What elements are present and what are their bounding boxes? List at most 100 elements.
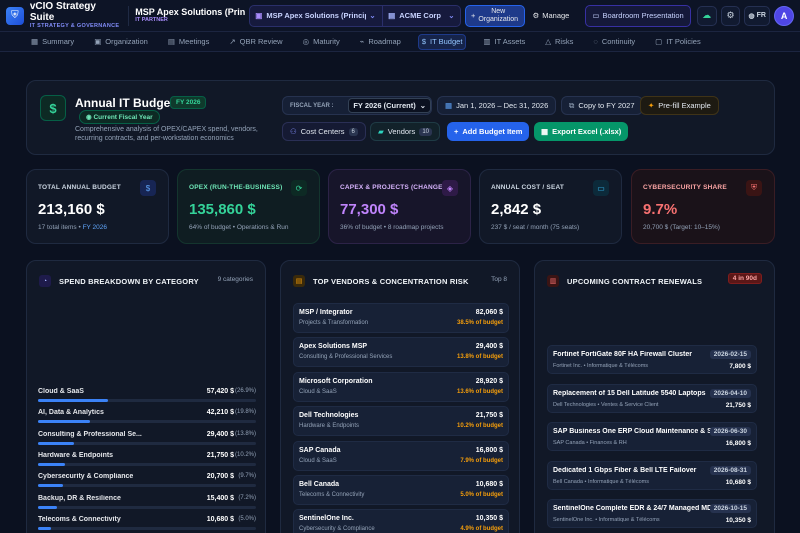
stat-icon: ⟳ [291,180,307,196]
top-vendors-header: ▤ TOP VENDORS & CONCENTRATION RISK [293,275,469,287]
renewal-row[interactable]: Dedicated 1 Gbps Fiber & Bell LTE Failov… [547,460,757,490]
stat-card: ANNUAL COST / SEAT ▭ 2,842 $ 237 $ / seat /… [479,169,622,244]
page-description: Comprehensive analysis of OPEX/CAPEX spe… [75,126,258,143]
top-vendors-panel: ▤ TOP VENDORS & CONCENTRATION RISK Top 8… [280,260,520,533]
vendor-share: 7.9% of budget [460,457,503,464]
copy-to-next-year-button[interactable]: ⧉ Copy to FY 2027 [561,96,643,115]
vendor-row[interactable]: SAP Canada Cloud & SaaS 16,800 $ 7.9% of bu… [293,440,509,471]
category-name: Cloud & SaaS [38,388,84,395]
chevron-down-icon: ⌄ [448,11,455,20]
cost-centers-button[interactable]: ⚇ Cost Centers 6 [282,122,366,141]
stat-value: 135,860 $ [189,201,256,218]
msp-title: MSP Apex Solutions (Princ... [135,7,246,17]
category-bar-fill [38,399,108,402]
vendor-amount: 10,680 $ [475,481,503,488]
app-brand: vCIO Strategy Suite IT STRATEGY & GOVERN… [30,1,122,29]
tab-continuity[interactable]: ◌ Continuity [590,34,638,50]
category-bar-track [38,441,256,445]
tab-label: Maturity [313,37,340,46]
tab-risks[interactable]: △ Risks [542,34,576,50]
renewal-date: 2026-10-15 [709,504,751,513]
renewal-amount: 7,800 $ [729,363,751,370]
prefill-example-button[interactable]: ✦ Pre-fill Example [640,96,719,115]
stat-subtitle: 20,700 $ (Target: 10–15%) [643,224,720,231]
stat-card: TOTAL ANNUAL BUDGET $213,160 $ 17 total it… [26,169,169,244]
category-percent: (10.2%) [234,451,256,458]
category-amount: 15,400 $ [206,494,234,502]
vendor-share: 38.5% of budget [456,320,503,326]
app-title: vCIO Strategy Suite [29,1,96,24]
category-amount: 10,680 $ [206,515,234,523]
cloud-sync-icon[interactable]: ☁ [696,5,717,26]
tab-maturity[interactable]: ◎ Maturity [300,34,343,50]
stat-icon: ▭ [593,180,609,196]
tab-it-assets[interactable]: ▥ IT Assets [480,34,528,50]
vendor-category: Telecoms & Connectivity [299,492,365,498]
vendor-amount: 16,800 $ [475,446,503,454]
renewal-amount: 21,750 $ [725,401,751,409]
stat-subtitle-extra: Operations & Run [236,224,289,231]
renewals-badge: 4 in 90d [727,273,762,284]
export-excel-button[interactable]: ▦ Export Excel (.xlsx) [534,122,629,141]
tab-risks-icon: △ [545,37,551,46]
add-budget-item-label: Add Budget Item [462,127,523,136]
fiscal-year-select[interactable]: FY 2026 (Current) ⌄ [348,98,431,113]
client-select[interactable]: ▤ ACME Corp ⌄ [383,4,461,27]
language-label: FR [756,12,766,19]
calendar-icon: ▥ [547,275,559,287]
renewal-name: Replacement of 15 Dell Latitude 5540 Lap… [553,389,706,397]
vendor-name: MSP / Integrator [299,309,353,316]
vendor-category: Hardware & Endpoints [299,423,360,430]
monitor-icon: ▭ [592,11,600,20]
vendor-row[interactable]: Apex Solutions MSP Consulting & Professio… [293,337,509,368]
renewal-row[interactable]: SAP Business One ERP Cloud Maintenance &… [547,422,757,451]
vendor-name: SAP Canada [299,446,341,454]
stat-value: 2,842 $ [491,201,542,218]
vendor-row[interactable]: Bell Canada Telecoms & Connectivity 10,680… [293,475,509,505]
vendor-name: Apex Solutions MSP [299,343,368,351]
category-name: Consulting & Professional Se... [38,430,142,438]
category-count: 9 categories [217,276,253,283]
avatar[interactable]: A [774,5,794,26]
category-bar-fill [38,462,65,466]
contract-renewals-header: ▥ UPCOMING CONTRACT RENEWALS [547,275,702,287]
msp-select[interactable]: ▣ MSP Apex Solutions (Principal) ⌄ [249,4,384,27]
prefill-label: Pre-fill Example [658,101,711,110]
stat-icon: ⛨ [746,180,762,196]
renewal-row[interactable]: Fortinet FortiGate 80F HA Firewall Clust… [547,345,757,374]
vendors-button[interactable]: ▰ Vendors 10 [370,122,440,141]
renewal-row[interactable]: Replacement of 15 Dell Latitude 5540 Lap… [547,383,757,413]
add-budget-item-button[interactable]: + Add Budget Item [447,122,530,141]
stat-value: 213,160 $ [38,201,105,218]
category-bar-fill [38,420,90,424]
stat-card: OPEX (RUN-THE-BUSINESS) ⟳ 135,860 $ 64% of … [177,169,320,244]
tab-it-policies[interactable]: ▢ IT Policies [652,34,704,50]
stat-value: 9.7% [643,201,678,218]
top-vendors-title: TOP VENDORS & CONCENTRATION RISK [313,276,469,286]
language-toggle[interactable]: ◍ FR [744,5,771,26]
stat-subtitle-extra: 8 roadmap projects [387,224,444,231]
category-percent: (26.9%) [234,388,256,394]
tab-roadmap-icon: ⌁ [359,37,365,46]
vendor-row[interactable]: MSP / Integrator Projects & Transformatio… [293,303,509,333]
boardroom-presentation-button[interactable]: ▭ Boardroom Presentation [585,4,691,27]
new-organization-button[interactable]: + New Organization [464,4,525,27]
renewal-name: Fortinet FortiGate 80F HA Firewall Clust… [553,351,692,358]
vendor-row[interactable]: Dell Technologies Hardware & Endpoints 21,… [293,406,509,437]
tab-meetings-icon: ▤ [167,37,175,46]
tab-organization[interactable]: ▣ Organization [91,34,151,50]
tab-meetings[interactable]: ▤ Meetings [165,34,213,50]
tab-roadmap[interactable]: ⌁ Roadmap [357,34,404,50]
renewal-name: SentinelOne Complete EDR & 24/7 Managed … [553,505,713,512]
tab-summary[interactable]: ▦ Summary [28,34,77,50]
page-title: Annual IT Budget [75,96,175,110]
renewal-vendor: SAP Canada • Finances & RH [553,440,627,446]
vendor-amount: 21,750 $ [475,412,503,420]
tab-it-budget[interactable]: $ IT Budget [417,33,467,50]
vendor-row[interactable]: SentinelOne Inc. Cybersecurity & Complian… [293,509,509,533]
renewal-row[interactable]: SentinelOne Complete EDR & 24/7 Managed … [547,499,757,528]
settings-gear-icon[interactable]: ⚙ [720,5,741,26]
manage-button[interactable]: ⚙ Manage [527,5,576,27]
tab-qbr-review[interactable]: ↗ QBR Review [226,34,285,50]
vendor-row[interactable]: Microsoft Corporation Cloud & SaaS 28,920 … [293,371,509,402]
